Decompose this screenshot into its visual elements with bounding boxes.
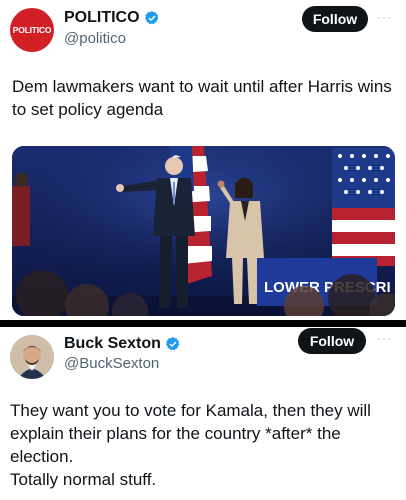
- post-text-line: election.: [10, 447, 74, 466]
- verified-badge-icon: [165, 337, 180, 351]
- display-name-text: POLITICO: [64, 9, 140, 26]
- politico-post-card: POLITICO POLITICO @politico Follow ··· D…: [0, 0, 406, 320]
- politico-avatar[interactable]: POLITICO: [10, 8, 54, 52]
- buck-sexton-post-card: Buck Sexton @BuckSexton Follow ··· They …: [0, 327, 406, 500]
- post-image[interactable]: LOWER PRESCRI: [12, 146, 395, 316]
- politico-handle[interactable]: @politico: [64, 30, 126, 47]
- post-text-line: explain their plans for the country *aft…: [10, 424, 341, 443]
- politico-avatar-logo-text: POLITICO: [12, 25, 52, 35]
- follow-button[interactable]: Follow: [298, 328, 366, 354]
- stage-photo-illustration: LOWER PRESCRI: [12, 146, 395, 316]
- politico-display-name[interactable]: POLITICO: [64, 9, 160, 27]
- post-text: They want you to vote for Kamala, then t…: [10, 399, 400, 491]
- follow-button[interactable]: Follow: [302, 6, 368, 32]
- display-name-text: Buck Sexton: [64, 335, 161, 352]
- buck-sexton-display-name[interactable]: Buck Sexton: [64, 335, 181, 353]
- post-header: Buck Sexton @BuckSexton Follow ···: [0, 327, 406, 387]
- post-header: POLITICO POLITICO @politico Follow ···: [0, 0, 406, 60]
- avatar-portrait-illustration: [10, 335, 54, 379]
- post-text: Dem lawmakers want to wait until after H…: [12, 77, 392, 119]
- more-options-icon[interactable]: ···: [377, 331, 392, 345]
- buck-sexton-handle[interactable]: @BuckSexton: [64, 355, 159, 372]
- post-text-line: They want you to vote for Kamala, then t…: [10, 401, 371, 420]
- verified-badge-icon: [144, 11, 158, 25]
- post-text-line: Totally normal stuff.: [10, 470, 157, 489]
- more-options-icon[interactable]: ···: [377, 10, 392, 24]
- buck-sexton-avatar[interactable]: [10, 335, 54, 379]
